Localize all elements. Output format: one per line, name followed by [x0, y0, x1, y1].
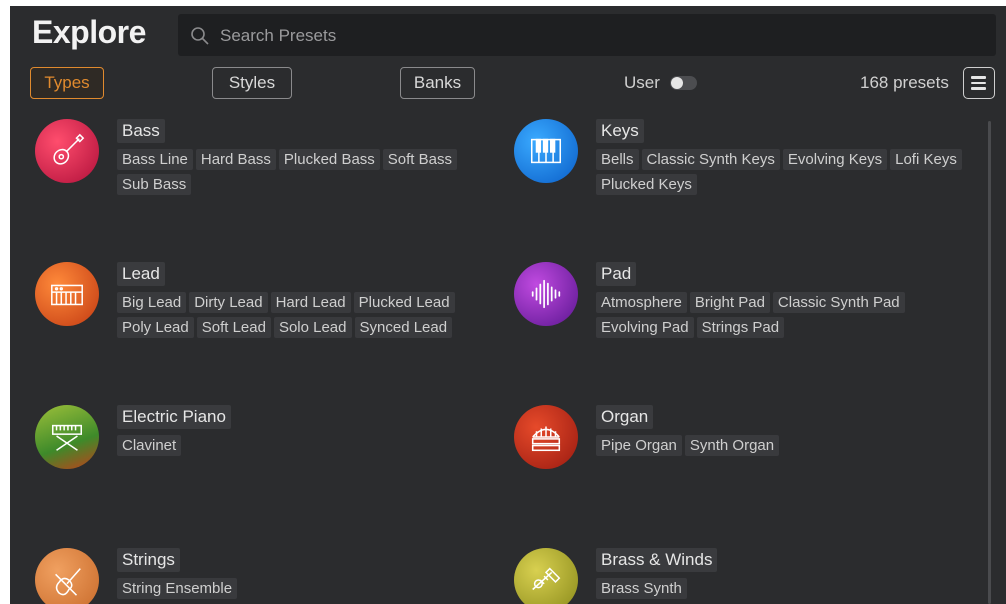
toggle-knob: [671, 77, 683, 89]
search-icon: [191, 27, 209, 45]
types-tab[interactable]: Types: [30, 67, 104, 99]
violin-icon: [35, 548, 99, 604]
waveform-icon: [514, 262, 578, 326]
tag[interactable]: Clavinet: [117, 435, 182, 456]
tag[interactable]: Evolving Pad: [596, 317, 694, 338]
list-view-button[interactable]: [963, 67, 995, 99]
preset-count: 168 presets: [860, 73, 949, 92]
tag[interactable]: Hard Bass: [195, 149, 276, 170]
tag[interactable]: Plucked Bass: [278, 149, 380, 170]
tag[interactable]: Classic Synth Keys: [641, 149, 780, 170]
tag[interactable]: Plucked Lead: [353, 292, 455, 313]
tag[interactable]: Classic Synth Pad: [772, 292, 905, 313]
category-name: Lead: [117, 262, 165, 286]
category-name: Brass & Winds: [596, 548, 718, 572]
piano-keys-icon: [514, 119, 578, 183]
tag[interactable]: Hard Lead: [270, 292, 351, 313]
explore-panel: Explore Search Presets Types Styles Bank…: [10, 6, 1006, 604]
pipe-organ-icon: [514, 405, 578, 469]
category-name: Electric Piano: [117, 405, 231, 429]
user-toggle[interactable]: [670, 76, 697, 90]
search-input[interactable]: Search Presets: [178, 14, 996, 56]
tag[interactable]: Strings Pad: [696, 317, 785, 338]
tag[interactable]: Bells: [596, 149, 639, 170]
category-name: Keys: [596, 119, 644, 143]
tag[interactable]: Sub Bass: [117, 174, 192, 195]
tag[interactable]: Bass Line: [117, 149, 193, 170]
user-label: User: [624, 73, 660, 92]
trumpet-icon: [514, 548, 578, 604]
tag[interactable]: Dirty Lead: [189, 292, 268, 313]
category-name: Organ: [596, 405, 654, 429]
guitar-icon: [35, 119, 99, 183]
tag[interactable]: Synth Organ: [684, 435, 780, 456]
tag[interactable]: Big Lead: [117, 292, 187, 313]
tag[interactable]: Lofi Keys: [890, 149, 962, 170]
tag[interactable]: String Ensemble: [117, 578, 238, 599]
search-placeholder: Search Presets: [220, 26, 337, 45]
menu-icon: [971, 76, 986, 79]
category-name: Pad: [596, 262, 637, 286]
banks-tab[interactable]: Banks: [400, 67, 475, 99]
tag[interactable]: Soft Bass: [382, 149, 457, 170]
synth-keyboard-icon: [35, 262, 99, 326]
tag[interactable]: Synced Lead: [354, 317, 453, 338]
page-title: Explore: [32, 14, 146, 50]
tag[interactable]: Plucked Keys: [596, 174, 697, 195]
tag[interactable]: Brass Synth: [596, 578, 687, 599]
category-name: Bass: [117, 119, 165, 143]
category-name: Strings: [117, 548, 180, 572]
keyboard-stand-icon: [35, 405, 99, 469]
tag[interactable]: Atmosphere: [596, 292, 687, 313]
tag[interactable]: Evolving Keys: [782, 149, 888, 170]
tag[interactable]: Poly Lead: [117, 317, 194, 338]
tag[interactable]: Bright Pad: [689, 292, 770, 313]
tag[interactable]: Solo Lead: [273, 317, 352, 338]
tag[interactable]: Soft Lead: [196, 317, 271, 338]
tag[interactable]: Pipe Organ: [596, 435, 682, 456]
styles-tab[interactable]: Styles: [212, 67, 292, 99]
scrollbar[interactable]: [988, 121, 991, 604]
